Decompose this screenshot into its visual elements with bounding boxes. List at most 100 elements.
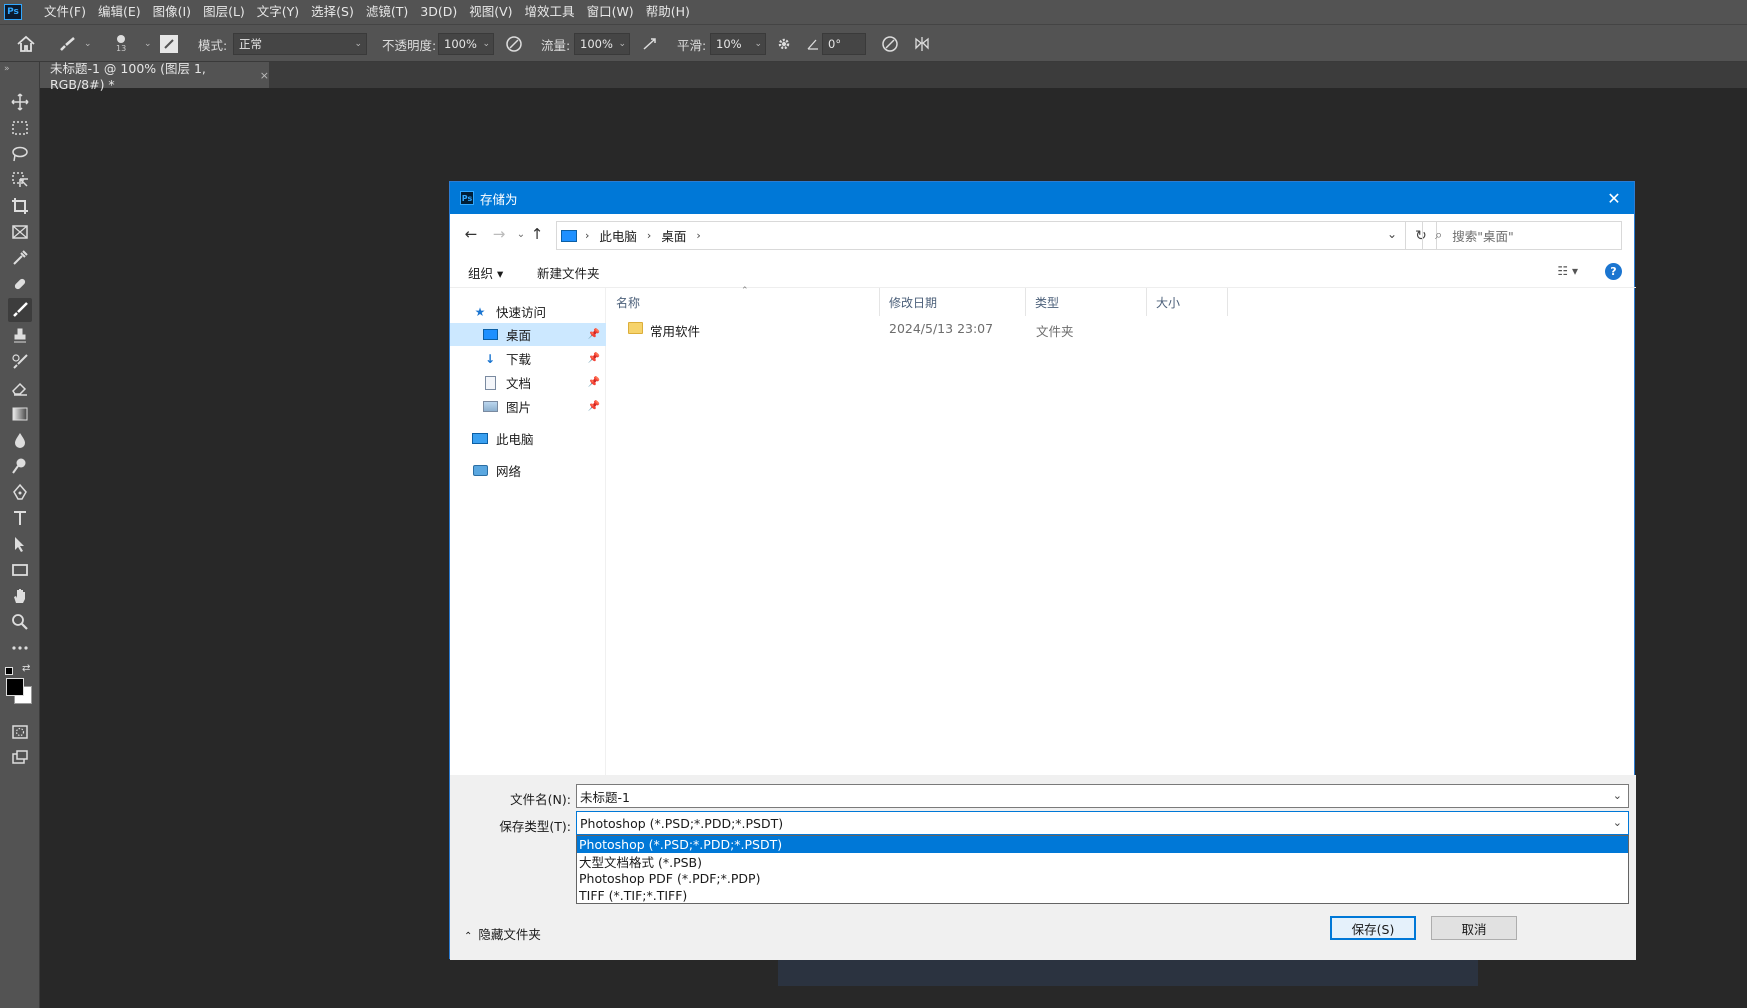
- document-tab[interactable]: 未标题-1 @ 100% (图层 1, RGB/8#) * ×: [40, 61, 269, 92]
- forward-arrow-icon[interactable]: →: [490, 224, 508, 244]
- pressure-opacity-icon[interactable]: [505, 25, 523, 63]
- menu-type[interactable]: 文字(Y): [251, 0, 305, 24]
- mode-select[interactable]: 正常 ⌄: [233, 33, 367, 55]
- column-header-modified[interactable]: 修改日期: [881, 288, 1026, 316]
- filetype-select[interactable]: Photoshop (*.PSD;*.PDD;*.PSDT) ⌄: [576, 811, 1629, 835]
- marquee-tool-icon[interactable]: [8, 116, 32, 140]
- angle-input[interactable]: 0°: [822, 33, 866, 55]
- chevron-down-icon: ⌄: [354, 39, 362, 49]
- quick-mask-icon[interactable]: [8, 720, 32, 744]
- view-options-icon[interactable]: ☷ ▾: [1557, 264, 1578, 278]
- column-header-name[interactable]: 名称 ⌃: [608, 286, 880, 316]
- dialog-title: 存储为: [480, 191, 518, 207]
- pressure-size-icon[interactable]: [881, 25, 899, 63]
- symmetry-icon[interactable]: [913, 25, 931, 63]
- filetype-option-pdf[interactable]: Photoshop PDF (*.PDF;*.PDP): [577, 870, 1628, 887]
- close-icon[interactable]: ✕: [1594, 182, 1634, 214]
- cancel-button[interactable]: 取消: [1431, 916, 1517, 940]
- breadcrumb-desktop[interactable]: 桌面: [661, 226, 686, 245]
- close-icon[interactable]: ×: [260, 69, 269, 82]
- help-icon[interactable]: ?: [1605, 263, 1622, 280]
- search-placeholder: 搜索"桌面": [1452, 229, 1514, 244]
- breadcrumb-separator[interactable]: ›: [696, 229, 700, 242]
- computer-icon: [472, 432, 488, 446]
- filetype-option-tiff[interactable]: TIFF (*.TIF;*.TIFF): [577, 887, 1628, 904]
- object-select-tool-icon[interactable]: [8, 168, 32, 192]
- menu-3d[interactable]: 3D(D): [414, 0, 463, 24]
- filetype-option-psd[interactable]: Photoshop (*.PSD;*.PDD;*.PSDT): [577, 836, 1628, 853]
- options-bar: ⌄ 13 ⌄ 模式: 正常 ⌄ 不透明度: 100% ⌄ 流量: 100% ⌄ …: [0, 24, 1747, 62]
- organize-button[interactable]: 组织 ▾: [468, 263, 503, 282]
- screen-mode-icon[interactable]: [8, 746, 32, 770]
- menu-file[interactable]: 文件(F): [38, 0, 92, 24]
- menu-filter[interactable]: 滤镜(T): [360, 0, 414, 24]
- filetype-dropdown-list: Photoshop (*.PSD;*.PDD;*.PSDT) 大型文档格式 (*…: [576, 835, 1629, 904]
- dodge-tool-icon[interactable]: [8, 454, 32, 478]
- smoothing-input[interactable]: 10% ⌄: [710, 33, 766, 55]
- up-arrow-icon[interactable]: ↑: [528, 224, 546, 244]
- brush-tool-icon[interactable]: [8, 298, 32, 322]
- sidebar-item-this-pc[interactable]: 此电脑: [472, 427, 534, 450]
- clone-stamp-tool-icon[interactable]: [8, 324, 32, 348]
- new-folder-button[interactable]: 新建文件夹: [537, 263, 600, 282]
- gradient-tool-icon[interactable]: [8, 402, 32, 426]
- lasso-tool-icon[interactable]: [8, 142, 32, 166]
- frame-tool-icon[interactable]: [8, 220, 32, 244]
- chevron-down-icon[interactable]: ⌄: [1613, 789, 1622, 802]
- menu-plugins[interactable]: 增效工具: [519, 0, 581, 24]
- filename-label: 文件名(N):: [510, 792, 571, 807]
- sidebar-item-pictures[interactable]: 图片 📌: [450, 395, 606, 418]
- hand-tool-icon[interactable]: [8, 584, 32, 608]
- airbrush-icon[interactable]: [641, 25, 659, 63]
- search-input[interactable]: ⌕ 搜索"桌面": [1422, 221, 1622, 250]
- type-tool-icon[interactable]: [8, 506, 32, 530]
- save-button[interactable]: 保存(S): [1330, 916, 1416, 940]
- column-header-size[interactable]: 大小: [1148, 288, 1228, 316]
- menu-select[interactable]: 选择(S): [305, 0, 360, 24]
- filename-field[interactable]: 未标题-1 ⌄: [576, 784, 1629, 808]
- column-header-type[interactable]: 类型: [1027, 288, 1147, 316]
- hide-folders-toggle[interactable]: ⌃ 隐藏文件夹: [464, 924, 541, 943]
- folder-icon: [628, 322, 643, 334]
- home-icon[interactable]: [16, 25, 36, 63]
- path-selection-tool-icon[interactable]: [8, 532, 32, 556]
- filetype-option-psb[interactable]: 大型文档格式 (*.PSB): [577, 853, 1628, 870]
- expand-panel-icon[interactable]: »: [4, 64, 10, 74]
- move-tool-icon[interactable]: [8, 90, 32, 114]
- menu-layer[interactable]: 图层(L): [197, 0, 251, 24]
- zoom-tool-icon[interactable]: [8, 610, 32, 634]
- menu-window[interactable]: 窗口(W): [581, 0, 640, 24]
- table-row[interactable]: 常用软件 2024/5/13 23:07 文件夹: [608, 318, 1208, 340]
- eyedropper-tool-icon[interactable]: [8, 246, 32, 270]
- navigation-row: ← → ⌄ ↑ › 此电脑 › 桌面 › ⌄ ↻ ⌕ 搜索"桌面": [450, 214, 1636, 254]
- sidebar-item-desktop[interactable]: 桌面 📌: [450, 323, 606, 346]
- sidebar-item-downloads[interactable]: ↓ 下载 📌: [450, 347, 606, 370]
- menu-edit[interactable]: 编辑(E): [92, 0, 147, 24]
- breadcrumb-this-pc[interactable]: 此电脑: [599, 226, 637, 245]
- chevron-down-icon[interactable]: ⌄: [1387, 227, 1397, 241]
- gear-icon[interactable]: [775, 25, 793, 63]
- flow-input[interactable]: 100% ⌄: [574, 33, 630, 55]
- menu-help[interactable]: 帮助(H): [640, 0, 696, 24]
- address-bar[interactable]: › 此电脑 › 桌面 › ⌄: [556, 221, 1406, 250]
- menu-image[interactable]: 图像(I): [147, 0, 197, 24]
- opacity-input[interactable]: 100% ⌄: [438, 33, 494, 55]
- blur-tool-icon[interactable]: [8, 428, 32, 452]
- chevron-down-icon[interactable]: ⌄: [1613, 816, 1622, 829]
- sidebar-item-documents[interactable]: 文档 📌: [450, 371, 606, 394]
- foreground-color-swatch[interactable]: [6, 678, 24, 696]
- back-arrow-icon[interactable]: ←: [462, 224, 480, 244]
- default-colors-icon[interactable]: [5, 667, 13, 675]
- more-tools-icon[interactable]: [8, 636, 32, 660]
- rectangle-tool-icon[interactable]: [8, 558, 32, 582]
- menu-view[interactable]: 视图(V): [463, 0, 518, 24]
- eraser-tool-icon[interactable]: [8, 376, 32, 400]
- brush-size-caret-icon[interactable]: ⌄: [144, 39, 152, 49]
- history-brush-tool-icon[interactable]: [8, 350, 32, 374]
- crop-tool-icon[interactable]: [8, 194, 32, 218]
- swap-colors-icon[interactable]: ⇄: [22, 663, 30, 674]
- sidebar-item-quick-access[interactable]: ★ 快速访问: [472, 300, 546, 323]
- pen-tool-icon[interactable]: [8, 480, 32, 504]
- sidebar-item-network[interactable]: 网络: [472, 459, 521, 482]
- healing-brush-tool-icon[interactable]: [8, 272, 32, 296]
